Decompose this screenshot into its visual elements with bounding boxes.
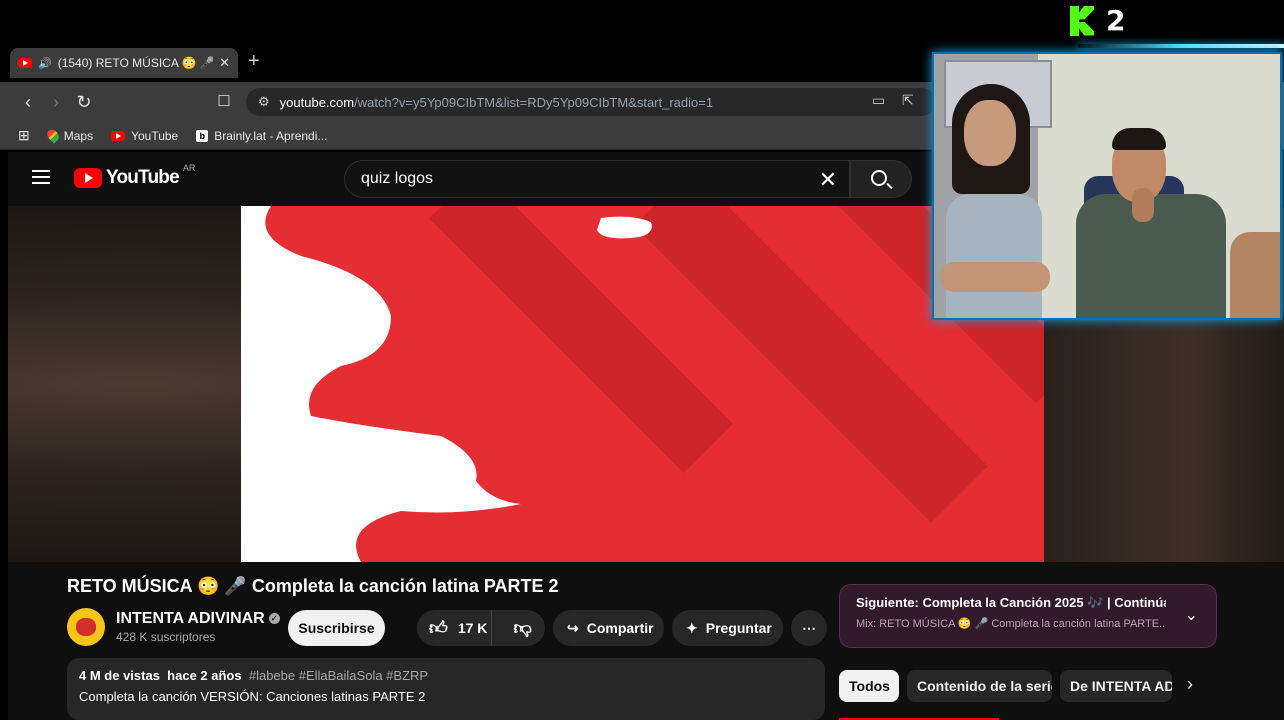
description-text: Completa la canción VERSIÓN: Canciones l… (79, 689, 426, 704)
chevron-right-icon[interactable]: › (1187, 674, 1193, 695)
channel-row: INTENTA ADIVINAR ✓ 428 K suscriptores Sus… (67, 608, 837, 648)
webcam-glow (1078, 44, 1284, 48)
cast-icon[interactable]: ▭ (872, 92, 885, 109)
browser-tab[interactable]: 🔊 (1540) RETO MÚSICA 😳 🎤 C ✕ (10, 48, 238, 78)
subscribe-button[interactable]: Suscribirse (288, 610, 385, 646)
subscriber-count: 428 K suscriptores (116, 630, 216, 644)
channel-name[interactable]: INTENTA ADIVINAR ✓ (116, 610, 280, 628)
new-tab-button[interactable]: + (248, 50, 260, 73)
video-white-shape (241, 206, 652, 562)
streamer-man (1076, 128, 1280, 318)
chevron-down-icon[interactable]: ⌄ (1185, 605, 1198, 625)
search-value: quiz logos (361, 170, 434, 187)
hashtags[interactable]: #labebe #EllaBailaSola #BZRP (249, 668, 428, 683)
thumbs-up-icon: 👍︎ (429, 618, 448, 638)
chip-channel[interactable]: De INTENTA ADIVINAR (1060, 670, 1172, 702)
stream-overlay: 2 (1070, 4, 1125, 37)
search-input[interactable]: quiz logos ✕ (344, 160, 850, 198)
bookmark-brainly[interactable]: b Brainly.lat - Aprendi... (196, 129, 327, 143)
sparkle-icon: ✦ (686, 619, 698, 636)
share-arrow-icon: ↪ (567, 619, 579, 636)
tab-close-icon[interactable]: ✕ (219, 55, 230, 71)
search-icon (871, 170, 887, 186)
up-next-mix: Mix: RETO MÚSICA 😳 🎤 Completa la canción… (856, 618, 1166, 630)
kick-logo-icon (1070, 5, 1098, 36)
webcam-overlay (932, 52, 1282, 320)
share-icon[interactable]: ⇱ (902, 92, 914, 109)
filter-chips: Todos Contenido de la serie De INTENTA A… (839, 670, 1219, 702)
maps-icon (44, 127, 61, 144)
chip-all[interactable]: Todos (839, 670, 899, 702)
bookmark-label: Brainly.lat - Aprendi... (214, 128, 328, 143)
youtube-favicon-icon (18, 58, 32, 68)
like-dislike-group: 👍︎ 17 K 👎︎ (417, 610, 545, 646)
menu-icon[interactable] (32, 170, 50, 184)
overlay-number: 2 (1106, 4, 1126, 37)
dislike-button[interactable]: 👎︎ (500, 617, 545, 639)
upload-age: hace 2 años (167, 668, 242, 683)
speaker-icon[interactable]: 🔊 (38, 57, 52, 70)
bookmark-label: YouTube (131, 128, 179, 143)
youtube-logo[interactable]: YouTube AR (74, 163, 195, 189)
address-bar[interactable]: ⚙ youtube.com/watch?v=y5Yp09CIbTM&list=R… (246, 88, 936, 116)
country-code: AR (182, 163, 196, 173)
up-next-title: Siguiente: Completa la Canción 2025 🎶 | … (856, 595, 1166, 610)
streamer-woman (940, 84, 1050, 318)
like-count: 17 K (457, 620, 488, 636)
bookmark-icon[interactable]: ☐ (212, 90, 236, 114)
like-button[interactable]: 👍︎ 17 K (417, 610, 493, 646)
view-count: 4 M de vistas (79, 668, 160, 683)
video-title: RETO MÚSICA 😳 🎤 Completa la canción lati… (67, 576, 559, 596)
more-icon: ⋯ (802, 619, 816, 636)
chip-series[interactable]: Contenido de la serie (907, 670, 1052, 702)
bookmark-maps[interactable]: Maps (44, 127, 94, 144)
bookmark-label: Maps (63, 128, 94, 143)
tab-title: (1540) RETO MÚSICA 😳 🎤 C (57, 56, 214, 70)
url-host: youtube.com (279, 94, 355, 110)
up-next-panel[interactable]: Siguiente: Completa la Canción 2025 🎶 | … (839, 584, 1217, 648)
back-icon[interactable]: ‹ (16, 90, 40, 114)
search-button[interactable] (850, 160, 912, 198)
youtube-play-icon (74, 168, 102, 188)
youtube-icon (111, 130, 126, 141)
site-info-icon[interactable]: ⚙ (258, 94, 270, 110)
more-actions-button[interactable]: ⋯ (791, 610, 827, 646)
brainly-icon: b (196, 129, 209, 142)
video-frame[interactable] (241, 206, 1044, 562)
thumbs-down-icon: 👎︎ (513, 618, 532, 638)
url-path: /watch?v=y5Yp09CIbTM&list=RDy5Yp09CIbTM&… (354, 94, 714, 110)
bookmark-youtube[interactable]: YouTube (111, 129, 178, 143)
clear-search-icon[interactable]: ✕ (819, 167, 837, 193)
apps-grid-icon[interactable]: ⊞ (18, 127, 30, 144)
youtube-wordmark: YouTube (106, 167, 180, 188)
verified-icon: ✓ (268, 613, 280, 625)
share-button[interactable]: ↪ Compartir (553, 610, 664, 646)
description-box[interactable]: 4 M de vistas hace 2 años #labebe #EllaB… (67, 658, 825, 720)
forward-icon[interactable]: › (44, 90, 68, 114)
reload-icon[interactable]: ↻ (72, 90, 96, 114)
ask-button[interactable]: ✦ Preguntar (672, 610, 783, 646)
avatar[interactable] (67, 608, 105, 646)
